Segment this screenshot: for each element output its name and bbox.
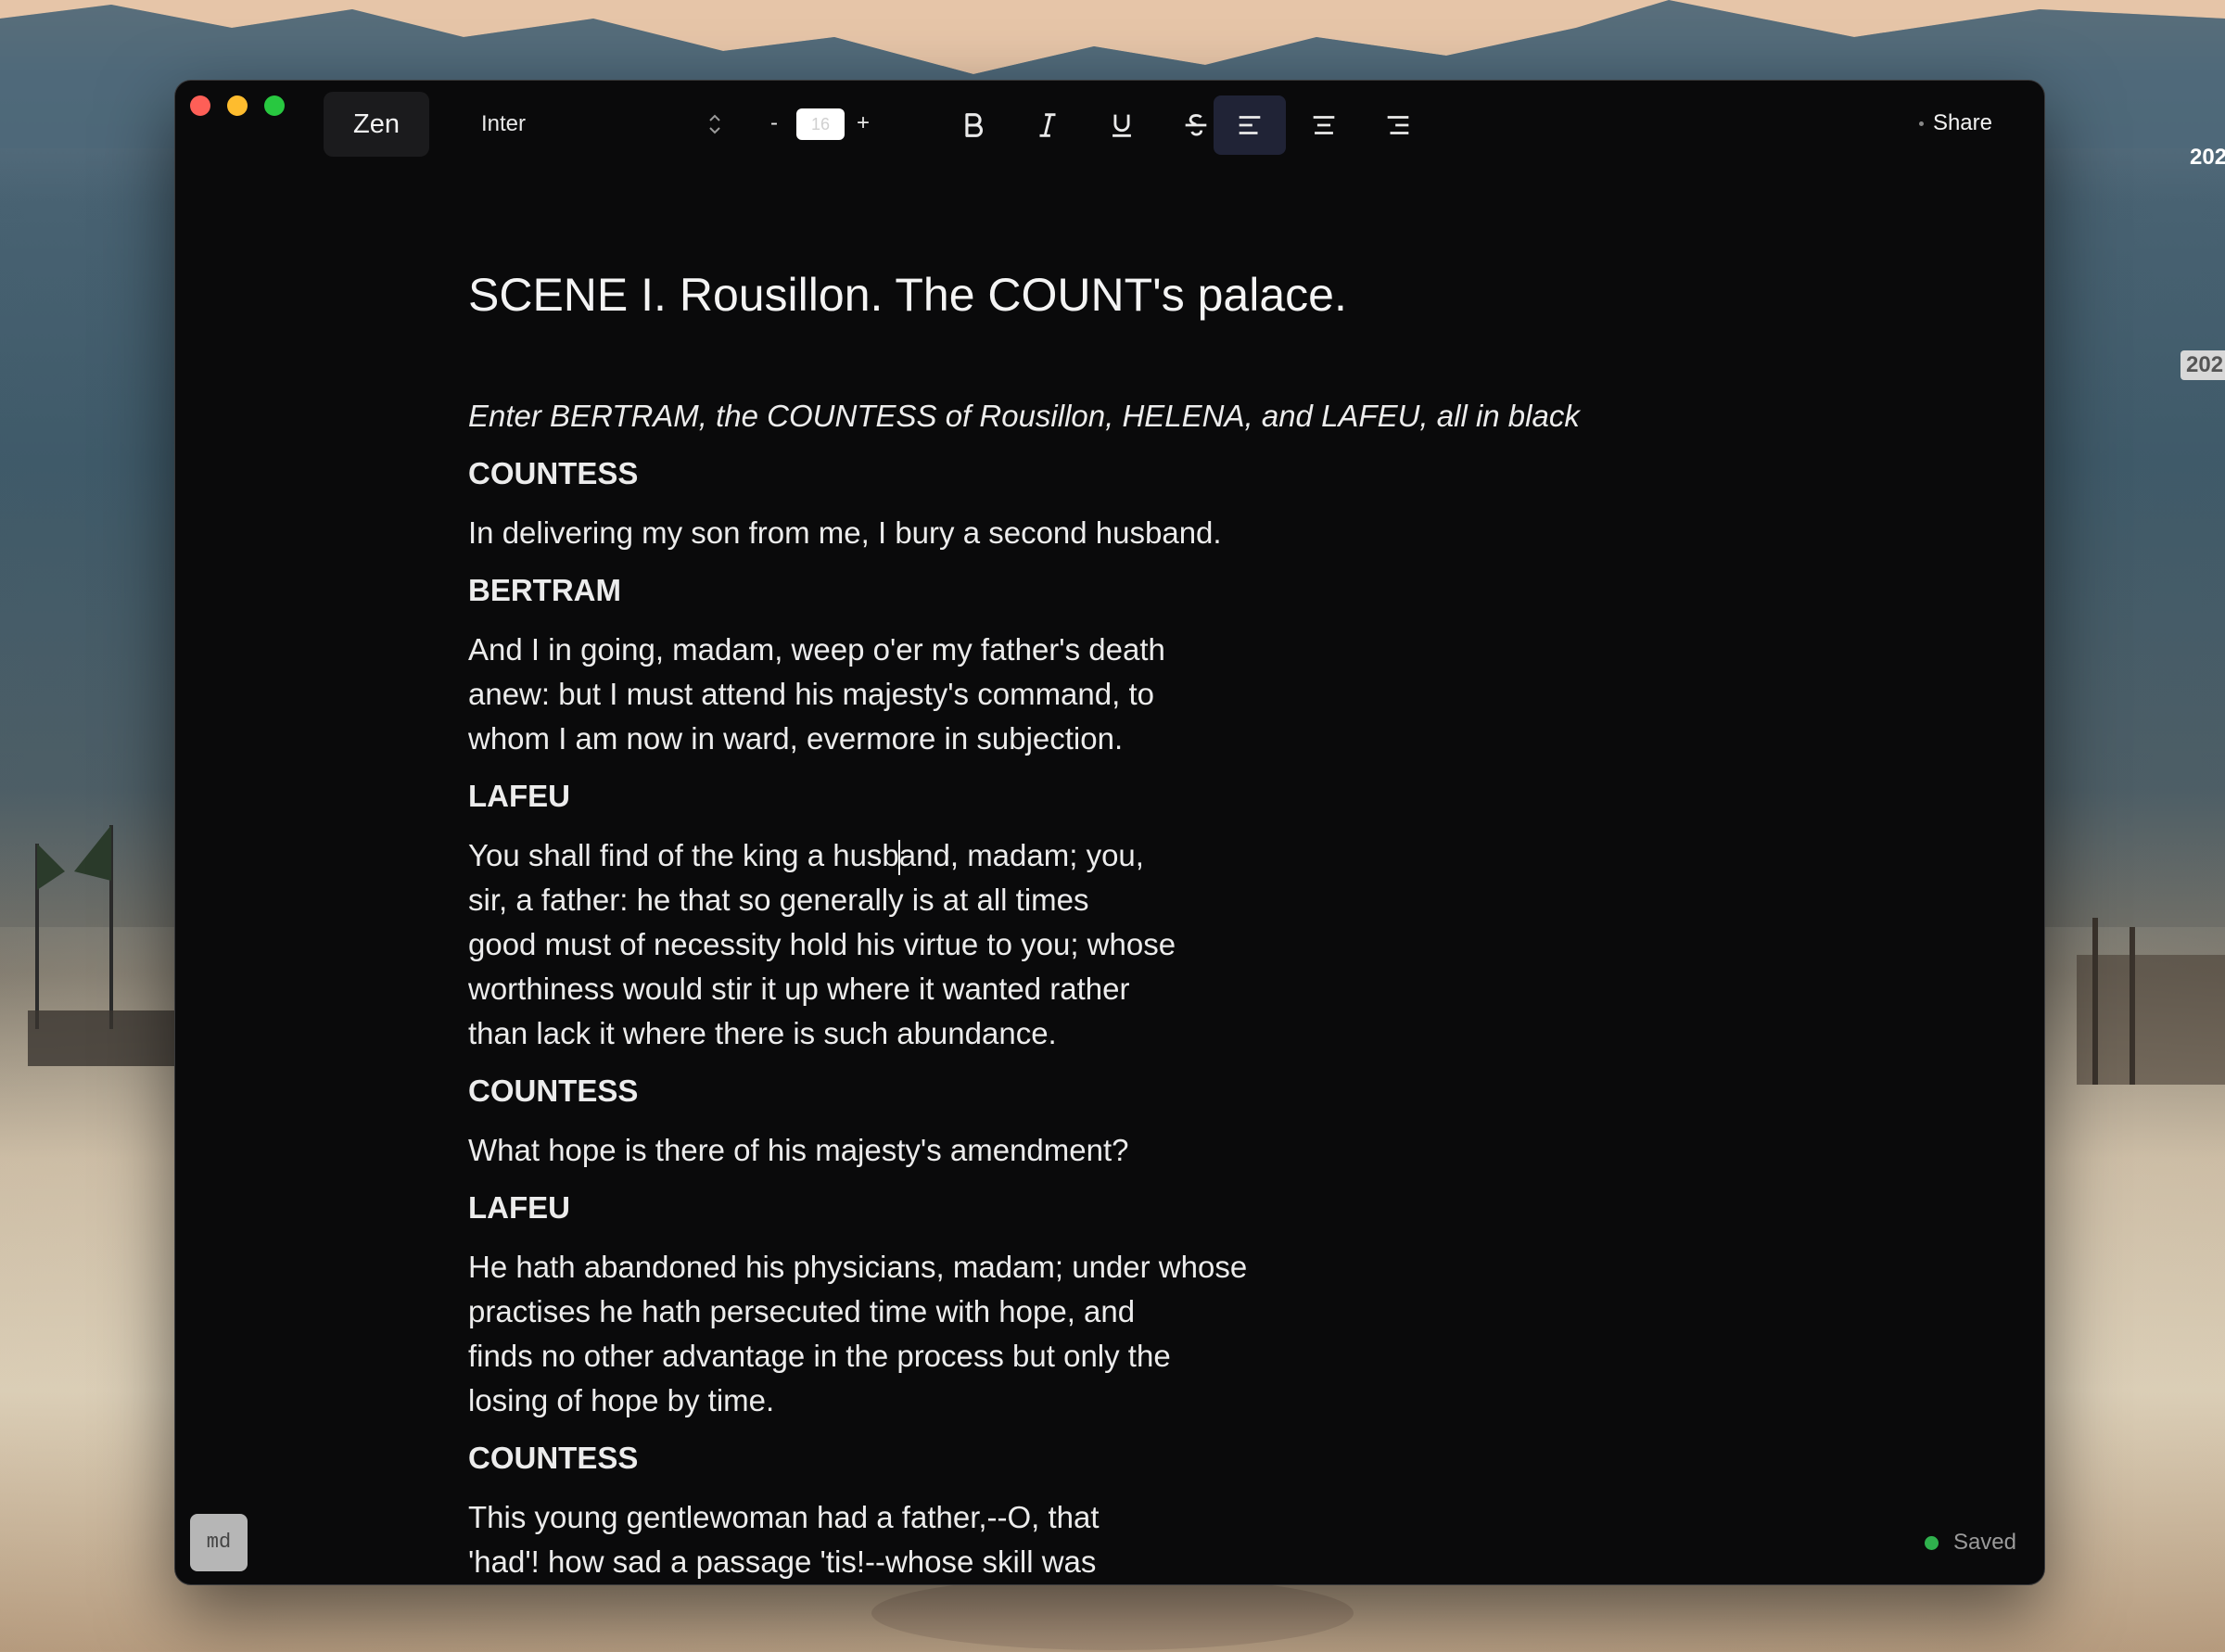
chevron-updown-icon xyxy=(709,114,720,134)
italic-icon xyxy=(1039,113,1056,137)
toolbar: Zen Inter - + xyxy=(175,81,2044,170)
font-family-value: Inter xyxy=(481,111,527,136)
decrease-font-size-button[interactable]: - xyxy=(765,107,783,140)
dialogue-line: He hath abandoned his physicians, madam;… xyxy=(468,1250,1248,1417)
share-label: Share xyxy=(1932,110,1992,135)
editor-window: Zen Inter - + xyxy=(174,80,2045,1585)
align-right-icon xyxy=(1387,116,1409,134)
align-left-icon xyxy=(1239,116,1261,134)
bold-icon xyxy=(965,113,983,137)
strikethrough-icon xyxy=(1185,114,1207,136)
speaker-name: LAFEU xyxy=(468,779,570,813)
document-body[interactable]: SCENE I. Rousillon. The COUNT's palace. … xyxy=(468,266,1636,1584)
underline-icon xyxy=(1112,114,1131,137)
share-button[interactable]: Share xyxy=(1918,107,1992,140)
scene-title: SCENE I. Rousillon. The COUNT's palace. xyxy=(468,269,1347,321)
align-right-button[interactable] xyxy=(1362,95,1434,155)
font-size-input[interactable] xyxy=(796,108,845,140)
dialogue-line: What hope is there of his majesty's amen… xyxy=(468,1133,1129,1167)
desktop-side-label: 202 xyxy=(2190,145,2225,170)
dialogue-text-before-cursor: You shall find of the king a husb xyxy=(468,838,899,872)
speaker-name: COUNTESS xyxy=(468,1074,639,1108)
share-indicator-icon xyxy=(1918,121,1924,127)
align-center-button[interactable] xyxy=(1288,95,1360,155)
align-left-button[interactable] xyxy=(1214,95,1286,155)
markdown-mode-badge[interactable]: md xyxy=(190,1514,248,1571)
dialogue-line: In delivering my son from me, I bury a s… xyxy=(468,515,1222,550)
saved-label: Saved xyxy=(1952,1530,2016,1555)
dialogue-line: And I in going, madam, weep o'er my fath… xyxy=(468,632,1165,756)
font-family-select[interactable]: Inter xyxy=(481,101,722,147)
zen-mode-button[interactable]: Zen xyxy=(324,92,429,157)
align-center-icon xyxy=(1313,116,1335,134)
dialogue-line: You shall find of the king a husband, ma… xyxy=(468,833,1636,1056)
speaker-name: COUNTESS xyxy=(468,456,639,490)
stage-direction: Enter BERTRAM, the COUNTESS of Rousillon… xyxy=(468,399,1580,433)
saved-status-icon xyxy=(1924,1536,1939,1551)
bold-button[interactable] xyxy=(937,95,1010,155)
speaker-name: COUNTESS xyxy=(468,1441,639,1475)
dialogue-line: This young gentlewoman had a father,--O,… xyxy=(468,1500,1100,1579)
desktop-side-badge: 202 xyxy=(2180,350,2225,380)
increase-font-size-button[interactable]: + xyxy=(854,107,872,140)
speaker-name: LAFEU xyxy=(468,1190,570,1225)
speaker-name: BERTRAM xyxy=(468,573,621,607)
underline-button[interactable] xyxy=(1086,95,1158,155)
italic-button[interactable] xyxy=(1011,95,1084,155)
save-status: Saved xyxy=(1924,1529,2016,1557)
